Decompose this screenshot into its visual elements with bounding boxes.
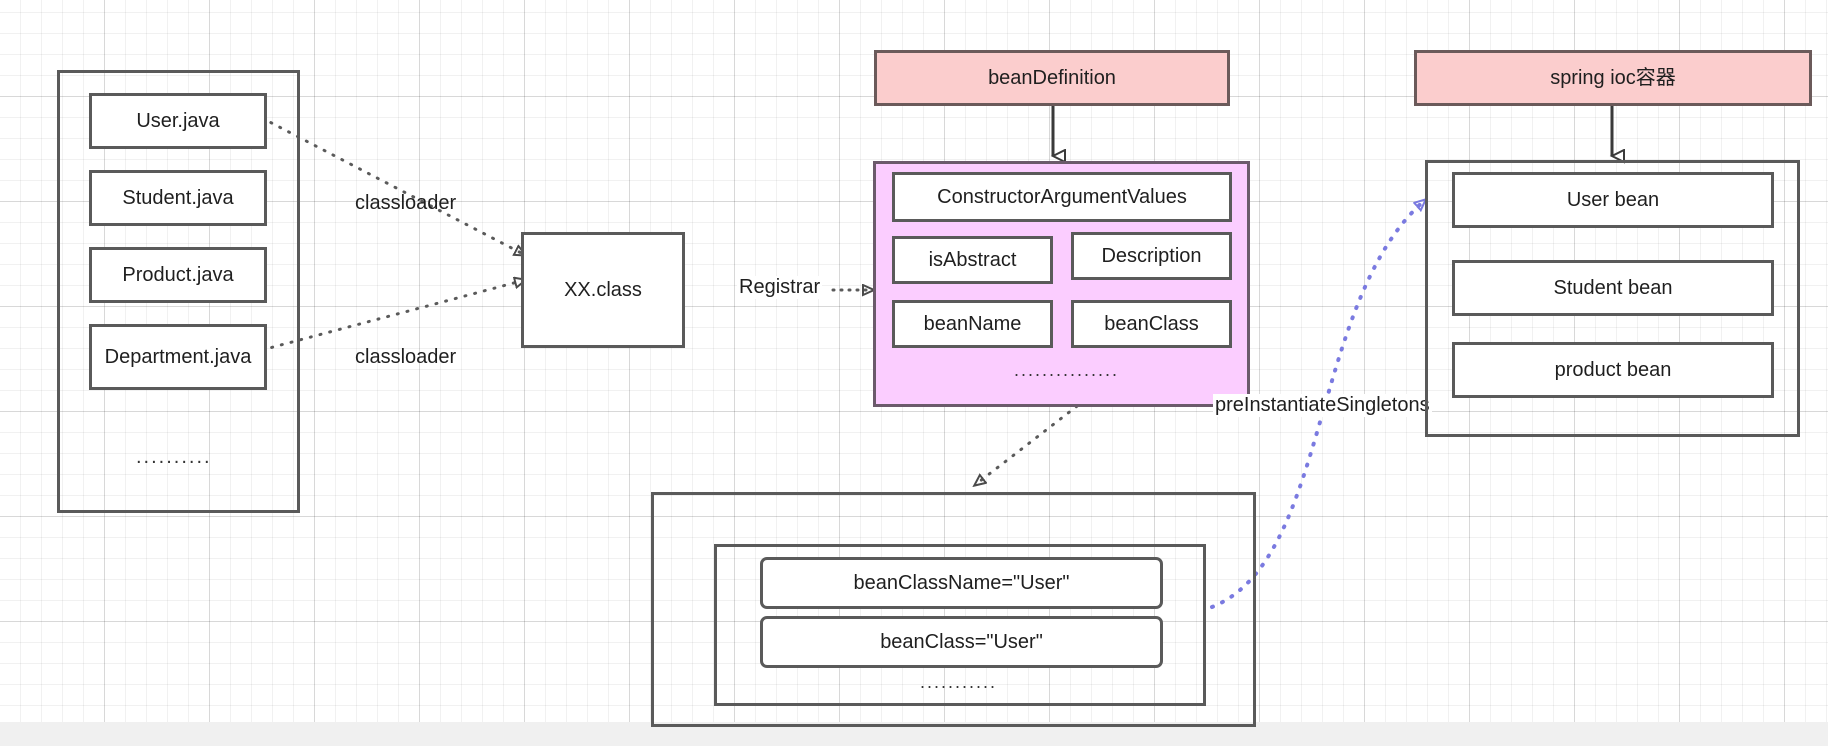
ioc-container-header-label: spring ioc容器 bbox=[1550, 66, 1676, 89]
source-item-label: User.java bbox=[136, 109, 220, 132]
source-item-user[interactable]: User.java bbox=[89, 93, 267, 149]
ioc-container-header[interactable]: spring ioc容器 bbox=[1414, 50, 1812, 106]
edge-label-pre-instantiate-singletons: preInstantiateSingletons bbox=[1213, 394, 1432, 417]
field-is-abstract[interactable]: isAbstract bbox=[892, 236, 1053, 284]
field-label: beanClass bbox=[1104, 312, 1199, 335]
source-item-label: Student.java bbox=[122, 186, 234, 209]
bean-instance-ellipsis: ........... bbox=[920, 672, 998, 692]
xx-class-label: XX.class bbox=[564, 278, 642, 301]
field-label: isAbstract bbox=[928, 248, 1017, 271]
edge-label-registrar: Registrar bbox=[737, 276, 823, 299]
source-item-department[interactable]: Department.java bbox=[89, 324, 267, 390]
ioc-bean-student[interactable]: Student bean bbox=[1452, 260, 1774, 316]
bean-instance-row-class[interactable]: beanClass="User" bbox=[760, 616, 1163, 668]
bean-instance-row-classname[interactable]: beanClassName="User" bbox=[760, 557, 1163, 609]
ioc-bean-product[interactable]: product bean bbox=[1452, 342, 1774, 398]
field-bean-class[interactable]: beanClass bbox=[1071, 300, 1232, 348]
bean-instance-row-label: beanClass="User" bbox=[880, 630, 1043, 653]
source-container-ellipsis: .......... bbox=[136, 446, 212, 468]
ioc-bean-user[interactable]: User bean bbox=[1452, 172, 1774, 228]
field-label: beanName bbox=[923, 312, 1022, 335]
ioc-bean-label: product bean bbox=[1554, 358, 1672, 381]
field-label: Description bbox=[1101, 244, 1202, 267]
field-constructor-argument-values[interactable]: ConstructorArgumentValues bbox=[892, 172, 1232, 222]
bean-definition-header-label: beanDefinition bbox=[988, 66, 1116, 89]
edge-label-classloader-top: classloader bbox=[355, 192, 457, 214]
field-description[interactable]: Description bbox=[1071, 232, 1232, 280]
bean-definition-header[interactable]: beanDefinition bbox=[874, 50, 1230, 106]
source-item-label: Product.java bbox=[122, 263, 234, 286]
source-item-label: Department.java bbox=[104, 345, 252, 368]
bean-definition-ellipsis: ............... bbox=[1014, 360, 1120, 380]
field-bean-name[interactable]: beanName bbox=[892, 300, 1053, 348]
source-item-student[interactable]: Student.java bbox=[89, 170, 267, 226]
ioc-bean-label: User bean bbox=[1566, 188, 1660, 211]
edge-label-classloader-bottom: classloader bbox=[355, 346, 457, 368]
xx-class-node[interactable]: XX.class bbox=[521, 232, 685, 348]
ioc-bean-label: Student bean bbox=[1553, 276, 1673, 299]
bean-instance-row-label: beanClassName="User" bbox=[853, 571, 1070, 594]
field-label: ConstructorArgumentValues bbox=[937, 185, 1187, 208]
diagram-canvas-stage: User.java Student.java Product.java Depa… bbox=[0, 0, 1828, 746]
source-item-product[interactable]: Product.java bbox=[89, 247, 267, 303]
